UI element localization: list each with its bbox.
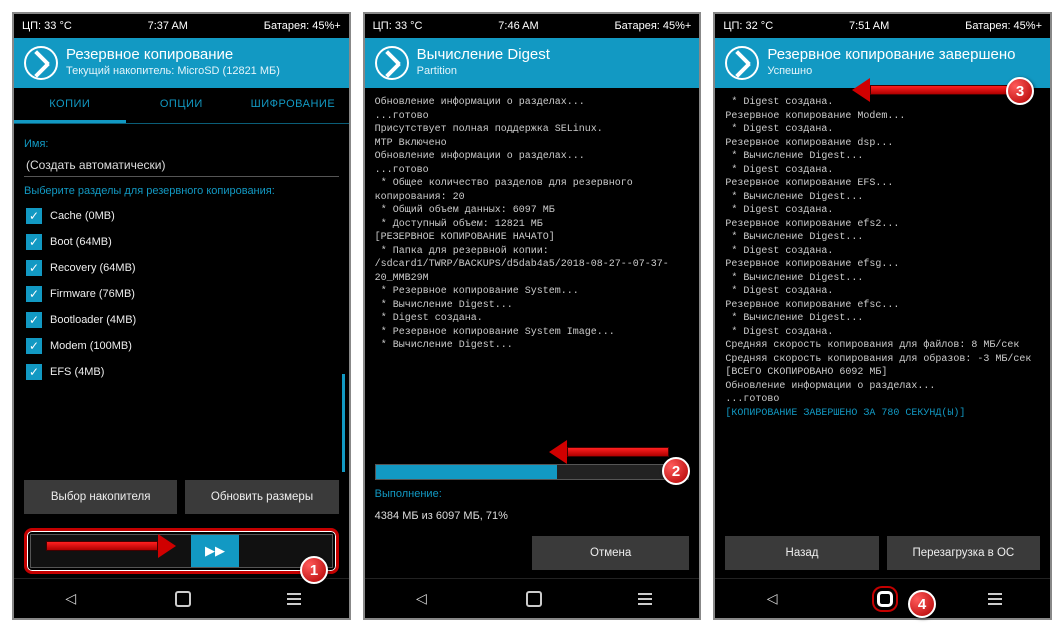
storage-subtitle: Текущий накопитель: MicroSD (12821 МБ) — [66, 65, 339, 77]
reboot-button[interactable]: Перезагрузка в ОС — [887, 536, 1040, 570]
partition-label: Recovery (64MB) — [50, 262, 136, 274]
checkbox-icon[interactable]: ✓ — [26, 312, 42, 328]
page-subtitle: Partition — [417, 65, 690, 77]
cancel-button[interactable]: Отмена — [532, 536, 689, 570]
page-title: Резервное копирование — [66, 46, 339, 63]
nav-bar: ◁ — [14, 578, 349, 618]
screen-backup-progress: ЦП: 33 °C 7:46 AM Батарея: 45%+ Вычислен… — [363, 12, 702, 620]
status-time: 7:46 AM — [498, 20, 538, 32]
nav-back-icon[interactable]: ◁ — [412, 590, 430, 608]
annotation-badge-2: 2 — [662, 457, 690, 485]
partition-row[interactable]: ✓ Cache (0MB) — [24, 203, 339, 229]
checkbox-icon[interactable]: ✓ — [26, 260, 42, 276]
content-area: Имя: (Создать автоматически) Выберите ра… — [14, 124, 349, 472]
partition-label: Bootloader (4MB) — [50, 314, 136, 326]
status-cpu: ЦП: 33 °C — [22, 20, 72, 32]
page-title: Резервное копирование завершено — [767, 46, 1040, 63]
nav-menu-icon[interactable] — [638, 593, 652, 605]
checkbox-icon[interactable]: ✓ — [26, 338, 42, 354]
nav-back-icon[interactable]: ◁ — [62, 590, 80, 608]
status-time: 7:51 AM — [849, 20, 889, 32]
select-storage-button[interactable]: Выбор накопителя — [24, 480, 177, 514]
partition-row[interactable]: ✓ Firmware (76MB) — [24, 281, 339, 307]
annotation-arrow-1 — [46, 538, 176, 554]
header: Вычисление Digest Partition — [365, 38, 700, 88]
progress-fill — [376, 465, 557, 479]
tabs: КОПИИ ОПЦИИ ШИФРОВАНИЕ — [14, 88, 349, 124]
partition-row[interactable]: ✓ EFS (4MB) — [24, 359, 339, 385]
backup-name-input[interactable]: (Создать автоматически) — [24, 154, 339, 177]
status-cpu: ЦП: 33 °C — [373, 20, 423, 32]
header: Резервное копирование Текущий накопитель… — [14, 38, 349, 88]
partition-row[interactable]: ✓ Boot (64MB) — [24, 229, 339, 255]
nav-home-icon[interactable] — [877, 591, 893, 607]
partition-row[interactable]: ✓ Bootloader (4MB) — [24, 307, 339, 333]
checkbox-icon[interactable]: ✓ — [26, 234, 42, 250]
progress-bar — [375, 464, 690, 480]
page-subtitle: Успешно — [767, 65, 1040, 77]
swipe-handle[interactable]: ▶▶ — [191, 535, 239, 567]
content-area: Обновление информации о разделах... ...г… — [365, 88, 700, 456]
status-battery: Батарея: 45%+ — [965, 20, 1042, 32]
status-bar: ЦП: 33 °C 7:37 AM Батарея: 45%+ — [14, 14, 349, 38]
checkbox-icon[interactable]: ✓ — [26, 286, 42, 302]
progress-label: Выполнение: — [375, 488, 690, 500]
partition-label: Modem (100MB) — [50, 340, 132, 352]
partition-label: EFS (4MB) — [50, 366, 104, 378]
annotation-arrow-3 — [852, 82, 1012, 98]
progress-text: 4384 МБ из 6097 МБ, 71% — [375, 510, 690, 522]
partition-row[interactable]: ✓ Modem (100MB) — [24, 333, 339, 359]
back-button[interactable]: Назад — [725, 536, 878, 570]
partition-label: Cache (0MB) — [50, 210, 115, 222]
annotation-badge-3: 3 — [1006, 77, 1034, 105]
nav-bar: ◁ — [365, 578, 700, 618]
partition-label: Firmware (76MB) — [50, 288, 135, 300]
annotation-badge-1: 1 — [300, 556, 328, 584]
twrp-logo-icon — [725, 46, 759, 80]
nav-menu-icon[interactable] — [988, 593, 1002, 605]
log-output: Обновление информации о разделах... ...г… — [375, 96, 690, 353]
partition-list: ✓ Cache (0MB) ✓ Boot (64MB) ✓ Recovery (64MB)… — [24, 203, 339, 385]
tab-options[interactable]: ОПЦИИ — [126, 88, 238, 123]
tab-encryption[interactable]: ШИФРОВАНИЕ — [237, 88, 349, 123]
nav-menu-icon[interactable] — [287, 593, 301, 605]
name-label: Имя: — [24, 138, 339, 150]
nav-home-icon[interactable] — [175, 591, 191, 607]
partition-label: Boot (64MB) — [50, 236, 112, 248]
status-bar: ЦП: 33 °C 7:46 AM Батарея: 45%+ — [365, 14, 700, 38]
content-area: * Digest создана. Резервное копирование … — [715, 88, 1050, 528]
status-cpu: ЦП: 32 °C — [723, 20, 773, 32]
scroll-indicator — [342, 374, 345, 472]
twrp-logo-icon — [375, 46, 409, 80]
status-battery: Батарея: 45%+ — [264, 20, 341, 32]
nav-back-icon[interactable]: ◁ — [763, 590, 781, 608]
partition-row[interactable]: ✓ Recovery (64MB) — [24, 255, 339, 281]
checkbox-icon[interactable]: ✓ — [26, 364, 42, 380]
refresh-sizes-button[interactable]: Обновить размеры — [185, 480, 338, 514]
annotation-badge-4: 4 — [908, 590, 936, 618]
nav-home-icon[interactable] — [526, 591, 542, 607]
partition-select-label: Выберите разделы для резервного копирова… — [24, 185, 339, 197]
page-title: Вычисление Digest — [417, 46, 690, 63]
status-battery: Батарея: 45%+ — [614, 20, 691, 32]
log-output: * Digest создана. Резервное копирование … — [725, 96, 1040, 420]
checkbox-icon[interactable]: ✓ — [26, 208, 42, 224]
nav-bar: ◁ — [715, 578, 1050, 618]
header: Резервное копирование завершено Успешно — [715, 38, 1050, 88]
screen-backup-setup: ЦП: 33 °C 7:37 AM Батарея: 45%+ Резервно… — [12, 12, 351, 620]
screen-backup-complete: ЦП: 32 °C 7:51 AM Батарея: 45%+ Резервно… — [713, 12, 1052, 620]
status-bar: ЦП: 32 °C 7:51 AM Батарея: 45%+ — [715, 14, 1050, 38]
tab-copies[interactable]: КОПИИ — [14, 88, 126, 123]
annotation-arrow-2 — [549, 444, 669, 460]
completion-line: [КОПИРОВАНИЕ ЗАВЕРШЕНО ЗА 780 СЕКУНД(Ы)] — [725, 408, 965, 419]
status-time: 7:37 AM — [148, 20, 188, 32]
twrp-logo-icon — [24, 46, 58, 80]
